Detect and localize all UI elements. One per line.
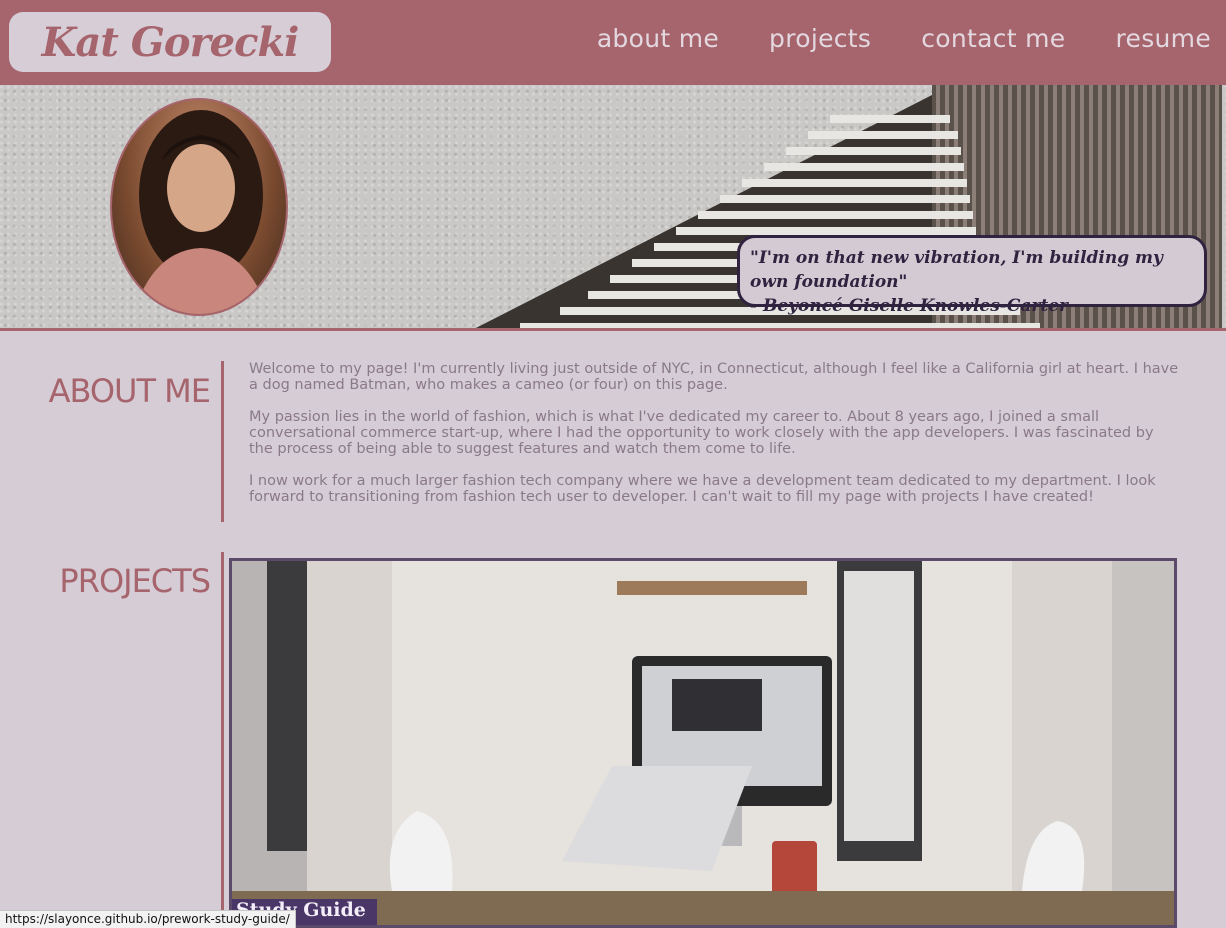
about-heading: ABOUT ME <box>48 372 211 410</box>
about-paragraph: My passion lies in the world of fashion,… <box>249 409 1154 457</box>
about-divider <box>221 361 224 522</box>
quote-text: "I'm on that new vibration, I'm building… <box>750 248 1163 292</box>
person-portrait-icon <box>133 110 269 314</box>
logo-text: Kat Gorecki <box>41 18 300 66</box>
site-header: Kat Gorecki about me projects contact me… <box>0 0 1226 85</box>
quote-card: "I'm on that new vibration, I'm building… <box>737 235 1207 316</box>
about-paragraph: I now work for a much larger fashion tec… <box>249 473 1156 505</box>
nav-projects[interactable]: projects <box>769 24 871 53</box>
nav-contact-me[interactable]: contact me <box>921 24 1065 53</box>
about-content: Welcome to my page! I'm currently living… <box>249 361 1179 521</box>
project-card-study-guide[interactable]: Study Guide <box>229 558 1177 928</box>
hero-banner: "I'm on that new vibration, I'm building… <box>0 85 1226 331</box>
quote-author: - Beyoncé Giselle Knowles-Carter <box>750 296 1068 316</box>
projects-heading: PROJECTS <box>59 562 211 600</box>
browser-status-url: https://slayonce.github.io/prework-study… <box>0 910 296 928</box>
profile-photo <box>110 98 288 316</box>
workspace-photo <box>232 561 1174 925</box>
nav-about-me[interactable]: about me <box>597 24 719 53</box>
about-paragraph: Welcome to my page! I'm currently living… <box>249 361 1179 393</box>
logo[interactable]: Kat Gorecki <box>9 12 331 72</box>
main-nav: about me projects contact me resume <box>597 24 1211 53</box>
projects-divider <box>221 552 224 928</box>
nav-resume[interactable]: resume <box>1115 24 1211 53</box>
